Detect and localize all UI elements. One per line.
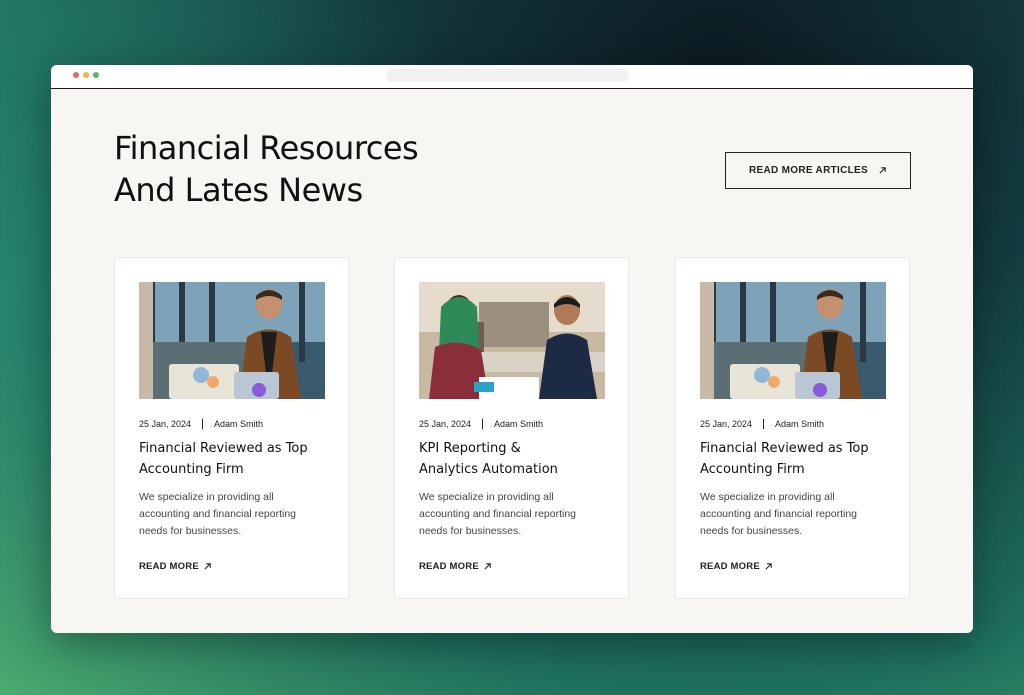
browser-window: Financial Resources And Lates News READ … [51, 65, 973, 633]
article-desc-line1: We specialize in providing all [139, 491, 274, 503]
window-controls [73, 72, 99, 78]
meta-divider [202, 419, 204, 429]
article-desc-line1: We specialize in providing all [419, 491, 554, 503]
read-more-label: READ MORE [700, 561, 760, 572]
maximize-dot[interactable] [93, 72, 99, 78]
article-date: 25 Jan, 2024 [139, 419, 192, 429]
article-image[interactable] [139, 282, 325, 399]
article-card: 25 Jan, 2024 Adam Smith Financial Review… [114, 257, 349, 599]
section-title: Financial Resources And Lates News [114, 127, 419, 211]
article-title[interactable]: KPI Reporting & Analytics Automation [419, 438, 609, 480]
article-desc-line3: needs for businesses. [700, 525, 803, 537]
meta-divider [482, 419, 484, 429]
meta-divider [763, 419, 765, 429]
article-image[interactable] [419, 282, 605, 399]
article-title[interactable]: Financial Reviewed as Top Accounting Fir… [700, 438, 890, 480]
article-meta: 25 Jan, 2024 Adam Smith [139, 419, 263, 429]
section-title-line1: Financial Resources [114, 129, 419, 167]
article-title-line1: KPI Reporting & [419, 441, 521, 456]
minimize-dot[interactable] [83, 72, 89, 78]
article-meta: 25 Jan, 2024 Adam Smith [419, 419, 543, 429]
article-title-line2: Analytics Automation [419, 462, 558, 477]
article-desc-line2: accounting and financial reporting [419, 508, 577, 520]
read-more-link[interactable]: READ MORE [139, 561, 212, 572]
article-author: Adam Smith [775, 419, 825, 429]
article-description: We specialize in providing all accountin… [419, 489, 609, 540]
read-more-articles-label: READ MORE ARTICLES [749, 165, 868, 176]
address-bar[interactable] [386, 69, 629, 82]
article-author: Adam Smith [494, 419, 544, 429]
read-more-label: READ MORE [419, 561, 479, 572]
article-author: Adam Smith [214, 419, 264, 429]
arrow-up-right-icon [204, 563, 211, 570]
article-title-line1: Financial Reviewed as Top [139, 441, 308, 456]
article-desc-line3: needs for businesses. [139, 525, 242, 537]
article-title-line1: Financial Reviewed as Top [700, 441, 869, 456]
article-desc-line2: accounting and financial reporting [139, 508, 297, 520]
read-more-link[interactable]: READ MORE [700, 561, 773, 572]
article-date: 25 Jan, 2024 [419, 419, 472, 429]
article-title[interactable]: Financial Reviewed as Top Accounting Fir… [139, 438, 329, 480]
article-title-line2: Accounting Firm [139, 462, 244, 477]
article-desc-line2: accounting and financial reporting [700, 508, 858, 520]
article-image[interactable] [700, 282, 886, 399]
article-card: 25 Jan, 2024 Adam Smith KPI Reporting & … [394, 257, 629, 599]
read-more-label: READ MORE [139, 561, 199, 572]
article-date: 25 Jan, 2024 [700, 419, 753, 429]
arrow-up-right-icon [765, 563, 772, 570]
arrow-up-right-icon [879, 167, 886, 174]
section-title-line2: And Lates News [114, 171, 363, 209]
article-title-line2: Accounting Firm [700, 462, 805, 477]
article-desc-line1: We specialize in providing all [700, 491, 835, 503]
arrow-up-right-icon [484, 563, 491, 570]
article-meta: 25 Jan, 2024 Adam Smith [700, 419, 824, 429]
read-more-articles-button[interactable]: READ MORE ARTICLES [725, 152, 911, 189]
read-more-link[interactable]: READ MORE [419, 561, 492, 572]
article-desc-line3: needs for businesses. [419, 525, 522, 537]
article-card: 25 Jan, 2024 Adam Smith Financial Review… [675, 257, 910, 599]
browser-titlebar [51, 65, 973, 89]
close-dot[interactable] [73, 72, 79, 78]
article-description: We specialize in providing all accountin… [139, 489, 329, 540]
article-description: We specialize in providing all accountin… [700, 489, 890, 540]
